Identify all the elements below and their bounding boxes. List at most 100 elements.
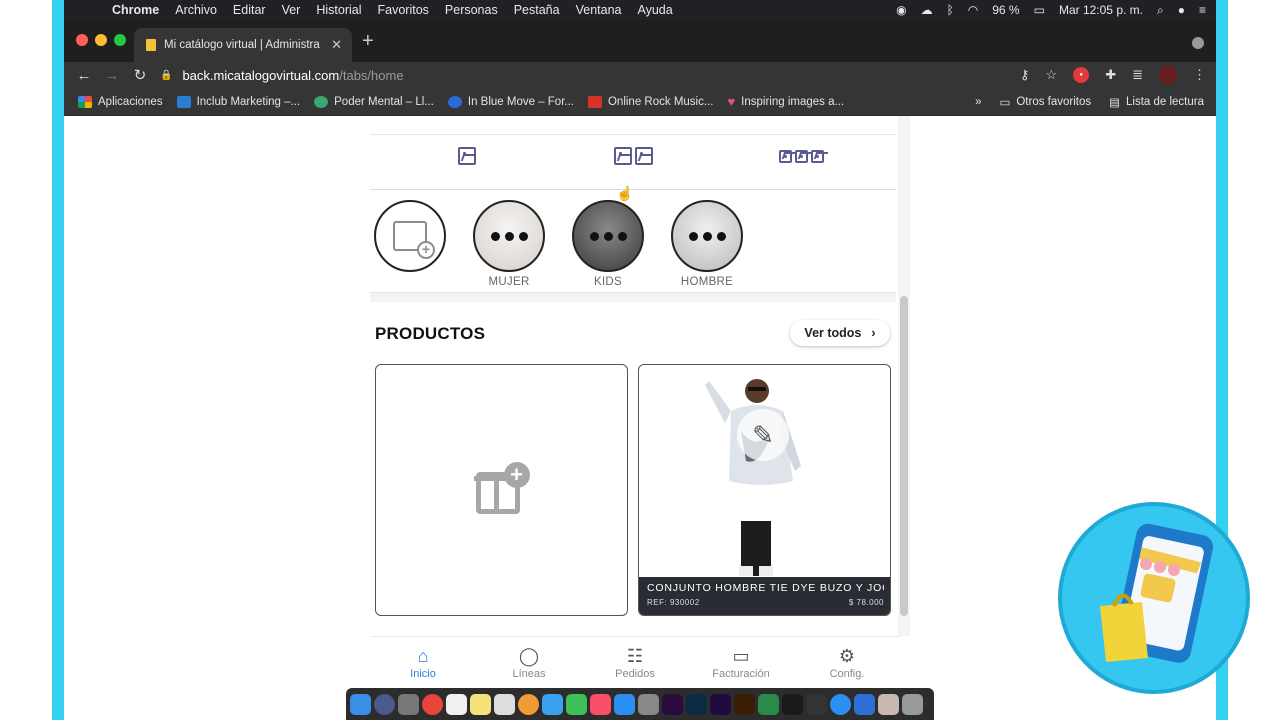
nav-lineas[interactable]: ◯ Líneas bbox=[484, 646, 574, 680]
app-icon[interactable] bbox=[830, 693, 851, 715]
nav-config[interactable]: ⚙ Config. bbox=[802, 646, 892, 680]
new-tab-button[interactable]: + bbox=[362, 30, 374, 53]
minimize-window-button[interactable] bbox=[95, 34, 107, 46]
two-column-view-icon[interactable] bbox=[614, 147, 653, 165]
tab-search-icon[interactable] bbox=[1192, 37, 1204, 49]
calendar-icon[interactable] bbox=[446, 693, 467, 715]
app-store-icon[interactable] bbox=[614, 693, 635, 715]
app-icon[interactable] bbox=[758, 693, 779, 715]
category-image[interactable] bbox=[473, 200, 545, 272]
star-icon[interactable]: ☆ bbox=[1046, 67, 1058, 83]
product-card[interactable]: ✎ CONJUNTO HOMBRE TIE DYE BUZO Y JOG REF… bbox=[638, 364, 891, 616]
messages-icon[interactable] bbox=[542, 693, 563, 715]
app-icon[interactable] bbox=[806, 693, 827, 715]
close-tab-icon[interactable]: ✕ bbox=[331, 37, 342, 53]
add-product-card[interactable]: + bbox=[375, 364, 628, 616]
lock-icon[interactable]: 🔒 bbox=[160, 70, 172, 81]
menu-chrome[interactable]: Chrome bbox=[104, 3, 167, 17]
puzzle-icon[interactable]: ✚ bbox=[1105, 67, 1116, 83]
edit-icon[interactable]: ✎ bbox=[737, 409, 789, 461]
media-icon[interactable]: ≣ bbox=[1132, 67, 1143, 83]
bluetooth-icon[interactable]: ᛒ bbox=[947, 3, 954, 17]
nav-inicio[interactable]: ⌂ Inicio bbox=[378, 646, 468, 680]
rocket-icon[interactable] bbox=[398, 693, 419, 715]
trash-icon[interactable] bbox=[902, 693, 923, 715]
bookmark-apps[interactable]: Aplicaciones bbox=[78, 95, 163, 108]
app-icon[interactable] bbox=[854, 693, 875, 715]
active-tab[interactable]: Mi catálogo virtual | Administra ✕ bbox=[134, 28, 352, 62]
cloud-icon[interactable]: ☁ bbox=[921, 3, 933, 17]
screen: Chrome Archivo Editar Ver Historial Favo… bbox=[64, 0, 1216, 720]
record-icon[interactable]: ◉ bbox=[896, 3, 906, 17]
menu-favoritos[interactable]: Favoritos bbox=[370, 3, 437, 17]
control-center-icon[interactable]: ≡ bbox=[1199, 3, 1206, 17]
menu-historial[interactable]: Historial bbox=[308, 3, 369, 17]
product-caption: CONJUNTO HOMBRE TIE DYE BUZO Y JOG REF: … bbox=[639, 577, 890, 615]
home-icon: ⌂ bbox=[417, 645, 429, 666]
notes-icon[interactable] bbox=[470, 693, 491, 715]
bookmark-inclub[interactable]: Inclub Marketing –... bbox=[176, 95, 300, 108]
address-bar[interactable]: 🔒 back.micatalogovirtual.com/tabs/home bbox=[160, 64, 980, 86]
settings-icon[interactable] bbox=[638, 693, 659, 715]
kebab-menu-icon[interactable]: ⋮ bbox=[1193, 67, 1206, 83]
bookmarks-bar: Aplicaciones Inclub Marketing –... Poder… bbox=[64, 88, 1216, 116]
search-icon[interactable]: ⌕ bbox=[1157, 3, 1164, 18]
bookmark-poder-mental[interactable]: Poder Mental – Ll... bbox=[314, 95, 434, 108]
reminders-icon[interactable] bbox=[494, 693, 515, 715]
category-hombre[interactable]: HOMBRE bbox=[671, 200, 743, 288]
nav-facturacion[interactable]: ▭ Facturación bbox=[696, 646, 786, 680]
facetime-icon[interactable] bbox=[566, 693, 587, 715]
menu-archivo[interactable]: Archivo bbox=[167, 3, 225, 17]
category-kids[interactable]: KIDS bbox=[572, 200, 644, 288]
category-mujer[interactable]: MUJER bbox=[473, 200, 545, 288]
bookmark-inspiring[interactable]: ♥ Inspiring images a... bbox=[727, 94, 844, 109]
category-image[interactable] bbox=[572, 200, 644, 272]
menu-ayuda[interactable]: Ayuda bbox=[629, 3, 680, 17]
more-dot bbox=[617, 231, 627, 241]
menu-editar[interactable]: Editar bbox=[225, 3, 274, 17]
reading-list[interactable]: ▤ Lista de lectura bbox=[1109, 95, 1204, 109]
clock[interactable]: Mar 12:05 p. m. bbox=[1059, 3, 1143, 17]
category-image[interactable] bbox=[671, 200, 743, 272]
add-category-circle[interactable]: + bbox=[374, 200, 446, 272]
wifi-icon[interactable]: ◠ bbox=[968, 3, 978, 17]
downloads-icon[interactable] bbox=[878, 693, 899, 715]
piano-icon[interactable] bbox=[782, 693, 803, 715]
menu-pestana[interactable]: Pestaña bbox=[506, 3, 568, 17]
close-window-button[interactable] bbox=[76, 34, 88, 46]
reload-icon[interactable]: ↻ bbox=[126, 66, 154, 84]
illustrator-icon[interactable] bbox=[734, 693, 755, 715]
profile-avatar[interactable] bbox=[1159, 66, 1177, 84]
add-category[interactable]: + bbox=[374, 200, 446, 272]
bookmark-rock-music[interactable]: Online Rock Music... bbox=[587, 95, 713, 108]
premiere-icon[interactable] bbox=[662, 693, 683, 715]
menu-ver[interactable]: Ver bbox=[274, 3, 309, 17]
see-all-button[interactable]: Ver todos › bbox=[790, 320, 890, 346]
single-column-view-icon[interactable] bbox=[458, 147, 476, 165]
key-icon[interactable]: ⚷ bbox=[1020, 67, 1030, 83]
menu-ventana[interactable]: Ventana bbox=[568, 3, 630, 17]
launchpad-icon[interactable] bbox=[374, 693, 395, 715]
chrome-icon[interactable] bbox=[422, 693, 443, 715]
nav-pedidos[interactable]: ☷ Pedidos bbox=[590, 646, 680, 680]
scrollbar-thumb[interactable] bbox=[900, 296, 908, 616]
back-icon[interactable]: ← bbox=[70, 67, 98, 84]
more-bookmarks-icon[interactable]: » bbox=[975, 96, 981, 108]
extension-red-icon[interactable]: ● bbox=[1073, 67, 1090, 83]
nav-label: Inicio bbox=[410, 667, 436, 680]
photoshop-icon[interactable] bbox=[686, 693, 707, 715]
heart-icon: ♥ bbox=[727, 94, 736, 109]
siri-icon[interactable]: ● bbox=[1178, 3, 1185, 17]
music-icon[interactable] bbox=[590, 693, 611, 715]
macos-dock bbox=[346, 688, 934, 720]
three-column-view-icon[interactable] bbox=[779, 150, 824, 163]
battery-text[interactable]: 96 % bbox=[992, 3, 1019, 17]
other-favorites[interactable]: ▭ Otros favoritos bbox=[999, 95, 1091, 109]
photos-icon[interactable] bbox=[518, 693, 539, 715]
zoom-window-button[interactable] bbox=[114, 34, 126, 46]
menu-personas[interactable]: Personas bbox=[437, 3, 506, 17]
after-effects-icon[interactable] bbox=[710, 693, 731, 715]
bookmark-blue-move[interactable]: In Blue Move – For... bbox=[447, 95, 574, 108]
forward-icon[interactable]: → bbox=[98, 67, 126, 84]
finder-icon[interactable] bbox=[350, 693, 371, 715]
